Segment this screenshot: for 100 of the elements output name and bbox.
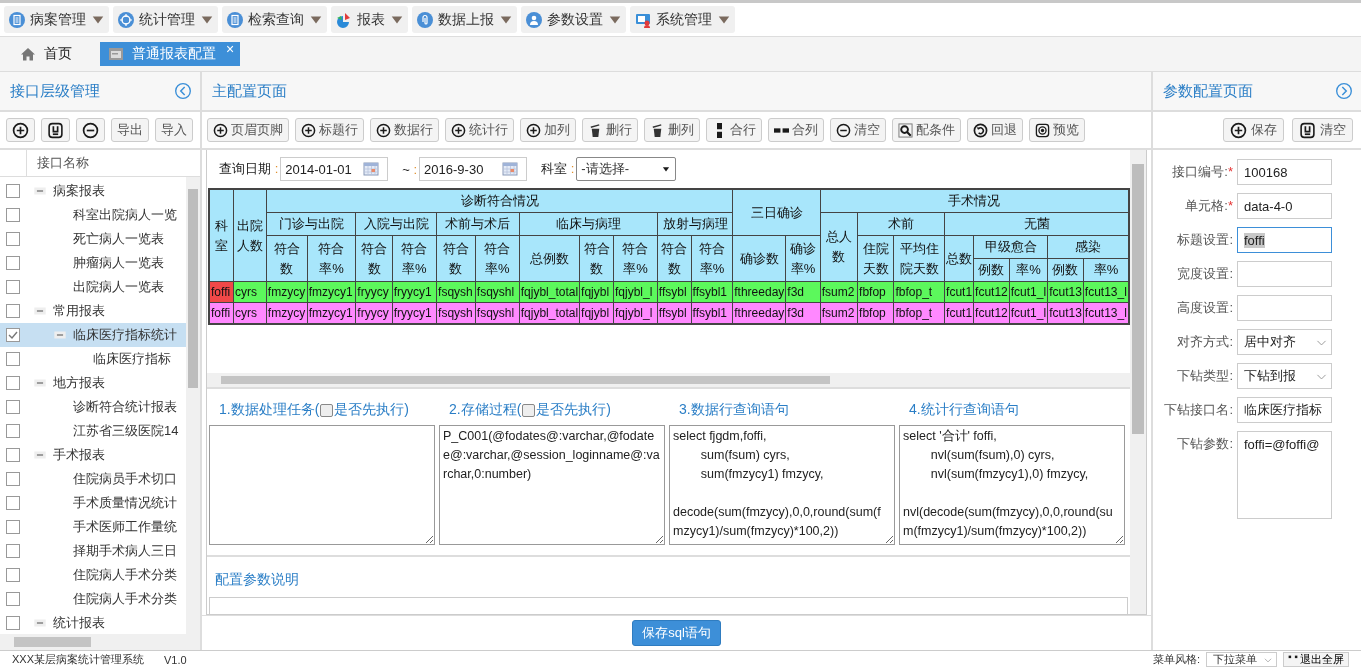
checkbox[interactable] [6,544,20,558]
table-cell[interactable]: foffi [209,302,234,324]
tree-item[interactable]: 出院病人一览表 [0,275,186,299]
tree-item[interactable]: 手术报表 [0,443,186,467]
exit-fullscreen-button[interactable]: 退出全屏 [1283,652,1349,667]
toolbar-button[interactable]: 统计行 [445,118,514,142]
toolbar-button[interactable]: 清空 [830,118,886,142]
toolbar-button[interactable]: 数据行 [370,118,439,142]
tree-item[interactable]: 住院病人手术分类 [0,563,186,587]
toolbar-button[interactable] [76,118,105,142]
tree-item[interactable]: 统计报表 [0,611,186,634]
checkbox[interactable] [6,472,20,486]
toolbar-button[interactable]: 删行 [582,118,638,142]
sql-text-area[interactable]: P_C001(@fodates@:varchar,@fodatee@:varchar,@session_loginname@:varchar,0:number) [439,425,665,545]
tree-item[interactable]: 住院病员手术切口 [0,467,186,491]
vertical-scrollbar[interactable] [186,177,200,634]
checkbox[interactable] [6,568,20,582]
checkbox[interactable] [6,592,20,606]
tree-item[interactable]: 手术质量情况统计 [0,491,186,515]
toolbar-button[interactable]: 标题行 [295,118,364,142]
toolbar-button[interactable]: 删列 [644,118,700,142]
table-cell[interactable]: foffi [209,281,234,303]
menu-item[interactable]: 系统管理 [630,6,735,33]
horizontal-scrollbar[interactable] [0,634,200,650]
text-field[interactable] [1237,261,1332,287]
tree-item[interactable]: 科室出院病人一览 [0,203,186,227]
tree-item[interactable]: 住院病人手术分类 [0,587,186,611]
text-field[interactable]: 临床医疗指标 [1237,397,1332,423]
toolbar-button[interactable] [41,118,70,142]
tree-item[interactable]: 死亡病人一览表 [0,227,186,251]
sql-text-area[interactable] [209,425,435,545]
menu-item[interactable]: 检索查询 [222,6,327,33]
checkbox[interactable] [6,376,20,390]
tree-item[interactable]: 病案报表 [0,179,186,203]
menu-style-dropdown[interactable]: 下拉菜单 [1206,652,1277,667]
tree-item[interactable]: 手术医师工作量统 [0,515,186,539]
tree-item[interactable]: 临床医疗指标 [0,347,186,371]
toolbar-button[interactable]: 导出 [111,118,149,142]
checkbox[interactable] [6,424,20,438]
checkbox[interactable] [6,496,20,510]
chevron-left-icon[interactable] [174,82,192,100]
menu-item[interactable]: 数据上报 [412,6,517,33]
toolbar-button[interactable]: 保存 [1223,118,1284,142]
dropdown[interactable]: 下钻到报 [1237,363,1332,389]
field-label: 对齐方式: [1176,333,1234,351]
horizontal-scrollbar[interactable] [207,373,1130,389]
department-select[interactable]: -请选择- [576,157,677,181]
checkbox[interactable] [6,400,20,414]
column-header: 符合数 [579,235,614,282]
toolbar-button[interactable]: 页眉页脚 [207,118,289,142]
checkbox[interactable] [320,403,334,417]
menu-item[interactable]: 病案管理 [4,6,109,33]
toolbar-button[interactable]: 合列 [768,118,824,142]
tree-item[interactable]: 肿瘤病人一览表 [0,251,186,275]
checkbox[interactable] [6,304,20,318]
sql-text-area[interactable]: select '合计' foffi, nvl(sum(fsum),0) cyrs, nvl(sum(fmzycy1),0) fmzycy, nvl(decode(sum(fmzycy),0,0,round(sum(fmzycy1)/sum(fmzycy)*100,2)) [899,425,1125,545]
checkbox[interactable] [522,403,536,417]
toolbar-button[interactable] [6,118,35,142]
vertical-scrollbar[interactable] [1130,150,1146,614]
menu-item[interactable]: 参数设置 [521,6,626,33]
chevron-right-icon[interactable] [1335,82,1353,100]
toolbar-button[interactable]: 合行 [706,118,762,142]
checkbox[interactable] [6,184,20,198]
tree-item[interactable]: 常用报表 [0,299,186,323]
text-area[interactable]: foffi=@foffi@ [1237,431,1332,519]
checkbox[interactable] [6,352,20,366]
tree-item[interactable]: 江苏省三级医院14 [0,419,186,443]
checkbox[interactable] [6,208,20,222]
search-icon [898,122,913,138]
dropdown[interactable]: 居中对齐 [1237,329,1332,355]
toolbar-button[interactable]: 导入 [155,118,193,142]
sql-text-area[interactable]: select fjgdm,foffi, sum(fsum) cyrs, sum(fmzycy1) fmzycy, decode(sum(fmzycy),0,0,round(sum(fmzycy1)/sum(fmzycy)*100,2)) [669,425,895,545]
checkbox[interactable] [6,280,20,294]
column-header: 符合率% [307,235,356,282]
text-field[interactable]: foffi [1237,227,1332,253]
tab[interactable]: 首页 [18,42,78,66]
tree-item[interactable]: 择期手术病人三日 [0,539,186,563]
column-header: 无菌 [944,212,1129,236]
text-field[interactable] [1237,295,1332,321]
checkbox[interactable] [6,448,20,462]
checkbox[interactable] [6,520,20,534]
checkbox[interactable] [6,256,20,270]
toolbar-button[interactable]: 配条件 [892,118,961,142]
tree-item[interactable]: 诊断符合统计报表 [0,395,186,419]
checkbox[interactable] [6,616,20,630]
toolbar-button[interactable]: 回退 [967,118,1023,142]
toolbar-button[interactable]: 加列 [520,118,576,142]
date-field[interactable]: 2016-9-30 [419,157,528,181]
menu-item[interactable]: 统计管理 [113,6,218,33]
checkbox[interactable] [6,232,20,246]
text-field[interactable]: 100168 [1237,159,1332,185]
text-field[interactable]: data-4-0 [1237,193,1332,219]
toolbar-button[interactable]: 清空 [1292,118,1353,142]
checkbox[interactable] [6,328,20,342]
toolbar-button[interactable]: 预览 [1029,118,1085,142]
tree-item[interactable]: 地方报表 [0,371,186,395]
date-field[interactable]: 2014-01-01 [280,157,389,181]
plus-circle-icon [12,121,29,139]
tree-item[interactable]: 临床医疗指标统计 [0,323,186,347]
menu-item[interactable]: 报表 [331,6,408,33]
